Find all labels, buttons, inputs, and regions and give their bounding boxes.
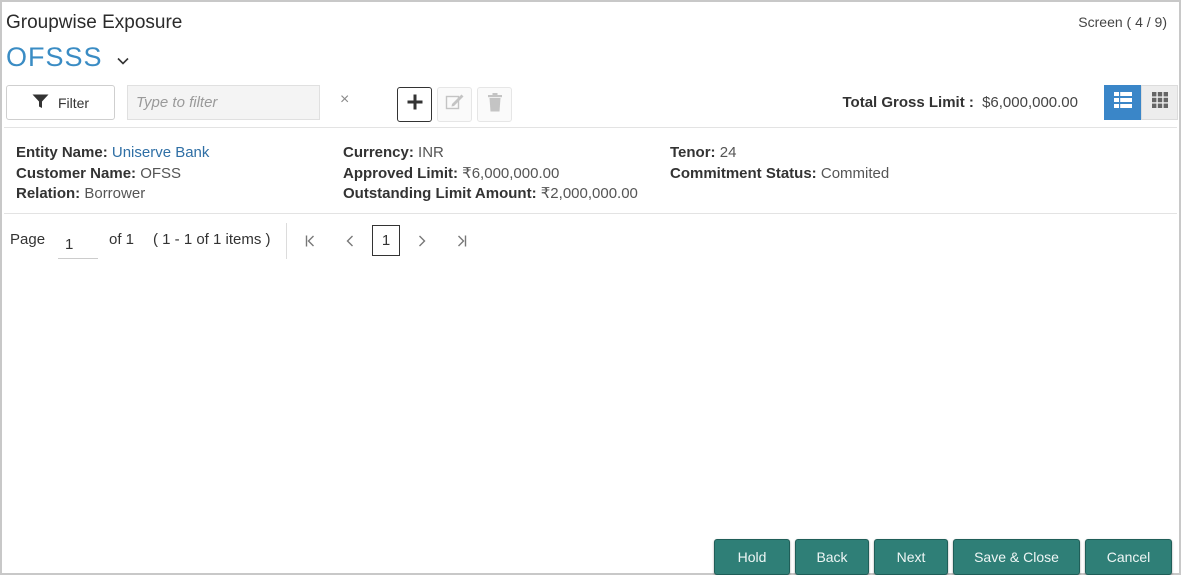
cancel-button[interactable]: Cancel: [1085, 539, 1172, 575]
edit-button[interactable]: [437, 87, 472, 122]
total-gross-limit-value: $6,000,000.00: [982, 94, 1078, 111]
last-page-icon[interactable]: [452, 231, 472, 251]
relation-field: Relation: Borrower: [16, 184, 209, 205]
field-label: Currency:: [343, 144, 414, 161]
field-value: Borrower: [84, 185, 146, 202]
page-title: Groupwise Exposure: [6, 12, 183, 33]
first-page-icon[interactable]: [300, 231, 320, 251]
list-view-icon: [1113, 92, 1132, 113]
next-button[interactable]: Next: [874, 539, 948, 575]
page-label: Page: [10, 231, 46, 248]
item-range-label: ( 1 - 1 of 1 items ): [153, 231, 271, 248]
current-page-button[interactable]: 1: [372, 225, 400, 256]
entity-name-link[interactable]: Uniserve Bank: [112, 144, 210, 161]
page-count-label: of 1: [109, 231, 135, 248]
currency-field: Currency: INR: [343, 143, 638, 164]
clear-filter-icon[interactable]: ×: [340, 91, 349, 109]
outstanding-limit-field: Outstanding Limit Amount: ₹2,000,000.00: [343, 184, 638, 205]
record-column: Entity Name: Uniserve Bank Customer Name…: [16, 143, 209, 205]
grid-view-button[interactable]: [1141, 85, 1178, 120]
plus-icon: [406, 93, 424, 116]
next-page-icon[interactable]: [412, 231, 432, 251]
field-label: Entity Name:: [16, 144, 108, 161]
field-label: Customer Name:: [16, 164, 137, 182]
previous-page-icon[interactable]: [340, 231, 360, 251]
field-value: Commited: [820, 164, 890, 182]
app-window: Groupwise Exposure Screen ( 4 / 9) OFSSS…: [0, 0, 1181, 575]
screen-indicator: Screen ( 4 / 9): [1078, 14, 1167, 30]
field-label: Outstanding Limit Amount:: [343, 185, 537, 202]
field-label: Tenor:: [670, 144, 716, 161]
field-value: OFSS: [140, 164, 182, 182]
filter-icon: [32, 94, 49, 112]
field-label: Commitment Status:: [670, 164, 817, 182]
pagination: Page of 1 ( 1 - 1 of 1 items ) 1: [10, 223, 490, 259]
toolbar: Filter ×: [6, 85, 1178, 122]
hold-button[interactable]: Hold: [714, 539, 790, 575]
delete-button[interactable]: [477, 87, 512, 122]
entity-name-field: Entity Name: Uniserve Bank: [16, 143, 209, 164]
footer-actions: Hold Back Next Save & Close Cancel: [714, 539, 1172, 575]
divider: [4, 213, 1177, 214]
field-label: Relation:: [16, 185, 81, 202]
view-toggle: [1104, 85, 1178, 120]
commitment-status-field: Commitment Status: Commited: [670, 164, 889, 185]
trash-icon: [487, 92, 503, 117]
divider: [4, 127, 1177, 128]
grid-view-icon: [1151, 92, 1168, 113]
field-value: ₹2,000,000.00: [540, 185, 638, 202]
field-label: Approved Limit:: [343, 164, 458, 182]
total-gross-limit: Total Gross Limit : $6,000,000.00: [842, 94, 1078, 111]
record-column: Currency: INR Approved Limit: ₹6,000,000…: [343, 143, 638, 205]
record-column: Tenor: 24 Commitment Status: Commited: [670, 143, 889, 184]
divider: [286, 223, 287, 259]
list-view-button[interactable]: [1104, 85, 1141, 120]
field-value: 24: [719, 144, 737, 161]
save-close-button[interactable]: Save & Close: [953, 539, 1080, 575]
filter-button-label: Filter: [57, 94, 90, 111]
field-value: ₹6,000,000.00: [462, 164, 560, 182]
tenor-field: Tenor: 24: [670, 143, 889, 164]
filter-input[interactable]: [127, 85, 320, 120]
chevron-down-icon: [116, 52, 129, 70]
list-item[interactable]: Entity Name: Uniserve Bank Customer Name…: [16, 143, 1166, 207]
entity-selector-label: OFSSS: [6, 42, 103, 72]
add-button[interactable]: [397, 87, 432, 122]
filter-button[interactable]: Filter: [6, 85, 115, 120]
edit-icon: [445, 93, 465, 116]
approved-limit-field: Approved Limit: ₹6,000,000.00: [343, 164, 638, 185]
total-gross-limit-label: Total Gross Limit :: [842, 94, 974, 111]
entity-selector[interactable]: OFSSS: [6, 42, 129, 73]
field-value: INR: [418, 144, 444, 161]
customer-name-field: Customer Name: OFSS: [16, 164, 209, 185]
page-number-input[interactable]: [58, 223, 98, 259]
back-button[interactable]: Back: [795, 539, 869, 575]
